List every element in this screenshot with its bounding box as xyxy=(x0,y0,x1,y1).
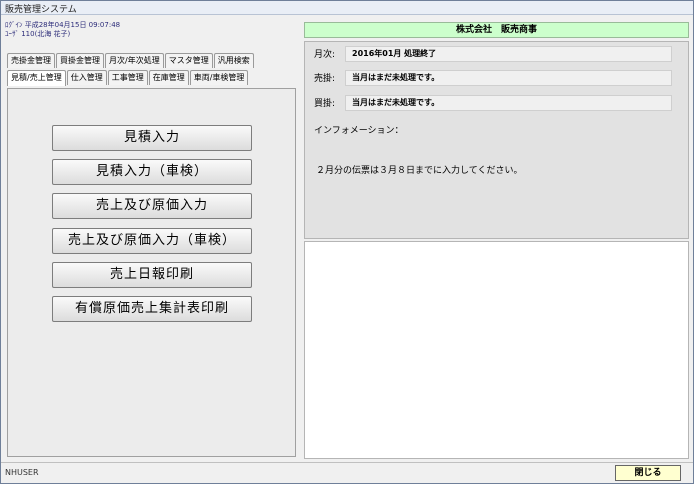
status-user: NHUSER xyxy=(5,468,39,477)
tab-search[interactable]: 汎用検索 xyxy=(213,53,254,68)
tab-payables[interactable]: 買掛金管理 xyxy=(56,53,104,68)
detail-panel xyxy=(304,241,689,459)
status-bar: NHUSER 閉じる xyxy=(1,462,693,483)
title-bar: 販売管理システム xyxy=(1,1,693,15)
info-panel: 月次: 2016年01月 処理終了 売掛: 当月はまだ未処理です。 買掛: 当月… xyxy=(304,41,689,239)
company-name: 株式会社 販売商事 xyxy=(304,22,689,38)
monthly-row: 月次: 2016年01月 処理終了 xyxy=(305,46,690,62)
tab-inventory[interactable]: 在庫管理 xyxy=(148,70,189,85)
receivable-label: 売掛: xyxy=(314,74,336,84)
tab-estimate-sales[interactable]: 見積/売上管理 xyxy=(7,70,66,86)
cost-sales-summary-print-button[interactable]: 有償原価売上集計表印刷 xyxy=(52,296,252,322)
payable-row: 買掛: 当月はまだ未処理です。 xyxy=(305,95,690,111)
payable-value: 当月はまだ未処理です。 xyxy=(345,95,672,111)
sales-cost-input-inspection-button[interactable]: 売上及び原価入力（車検） xyxy=(52,228,252,254)
estimate-input-button[interactable]: 見積入力 xyxy=(52,125,252,151)
receivable-row: 売掛: 当月はまだ未処理です。 xyxy=(305,70,690,86)
tab-monthly-yearly[interactable]: 月次/年次処理 xyxy=(105,53,164,68)
payable-label: 買掛: xyxy=(314,99,336,109)
close-button[interactable]: 閉じる xyxy=(615,465,681,481)
receivable-value: 当月はまだ未処理です。 xyxy=(345,70,672,86)
tab-construction[interactable]: 工事管理 xyxy=(107,70,148,85)
login-user: ﾕｰｻﾞ 110(北海 花子) xyxy=(5,30,71,38)
tab-master[interactable]: マスタ管理 xyxy=(164,53,213,68)
main-window: 販売管理システム ﾛｸﾞｲﾝ 平成28年04月15日 09:07:48 ﾕｰｻﾞ… xyxy=(0,0,694,484)
sales-cost-input-button[interactable]: 売上及び原価入力 xyxy=(52,193,252,219)
information-message: ２月分の伝票は３月８日までに入力してください。 xyxy=(316,166,523,176)
tab-row-bottom: 見積/売上管理 仕入管理 工事管理 在庫管理 車両/車検管理 xyxy=(7,70,249,86)
tab-vehicle[interactable]: 車両/車検管理 xyxy=(189,70,249,85)
menu-pane: 見積入力 見積入力（車検） 売上及び原価入力 売上及び原価入力（車検） 売上日報… xyxy=(7,88,296,457)
tab-purchasing[interactable]: 仕入管理 xyxy=(66,70,107,85)
tab-receivables[interactable]: 売掛金管理 xyxy=(7,53,55,68)
login-timestamp: ﾛｸﾞｲﾝ 平成28年04月15日 09:07:48 xyxy=(5,21,121,29)
window-title: 販売管理システム xyxy=(5,5,77,15)
information-heading: インフォメーション： xyxy=(314,126,404,136)
tab-row-top: 売掛金管理 買掛金管理 月次/年次処理 マスタ管理 汎用検索 xyxy=(7,53,255,68)
monthly-label: 月次: xyxy=(314,50,336,60)
estimate-input-inspection-button[interactable]: 見積入力（車検） xyxy=(52,159,252,185)
login-info: ﾛｸﾞｲﾝ 平成28年04月15日 09:07:48 ﾕｰｻﾞ 110(北海 花… xyxy=(5,21,120,39)
daily-sales-print-button[interactable]: 売上日報印刷 xyxy=(52,262,252,288)
monthly-value: 2016年01月 処理終了 xyxy=(345,46,672,62)
